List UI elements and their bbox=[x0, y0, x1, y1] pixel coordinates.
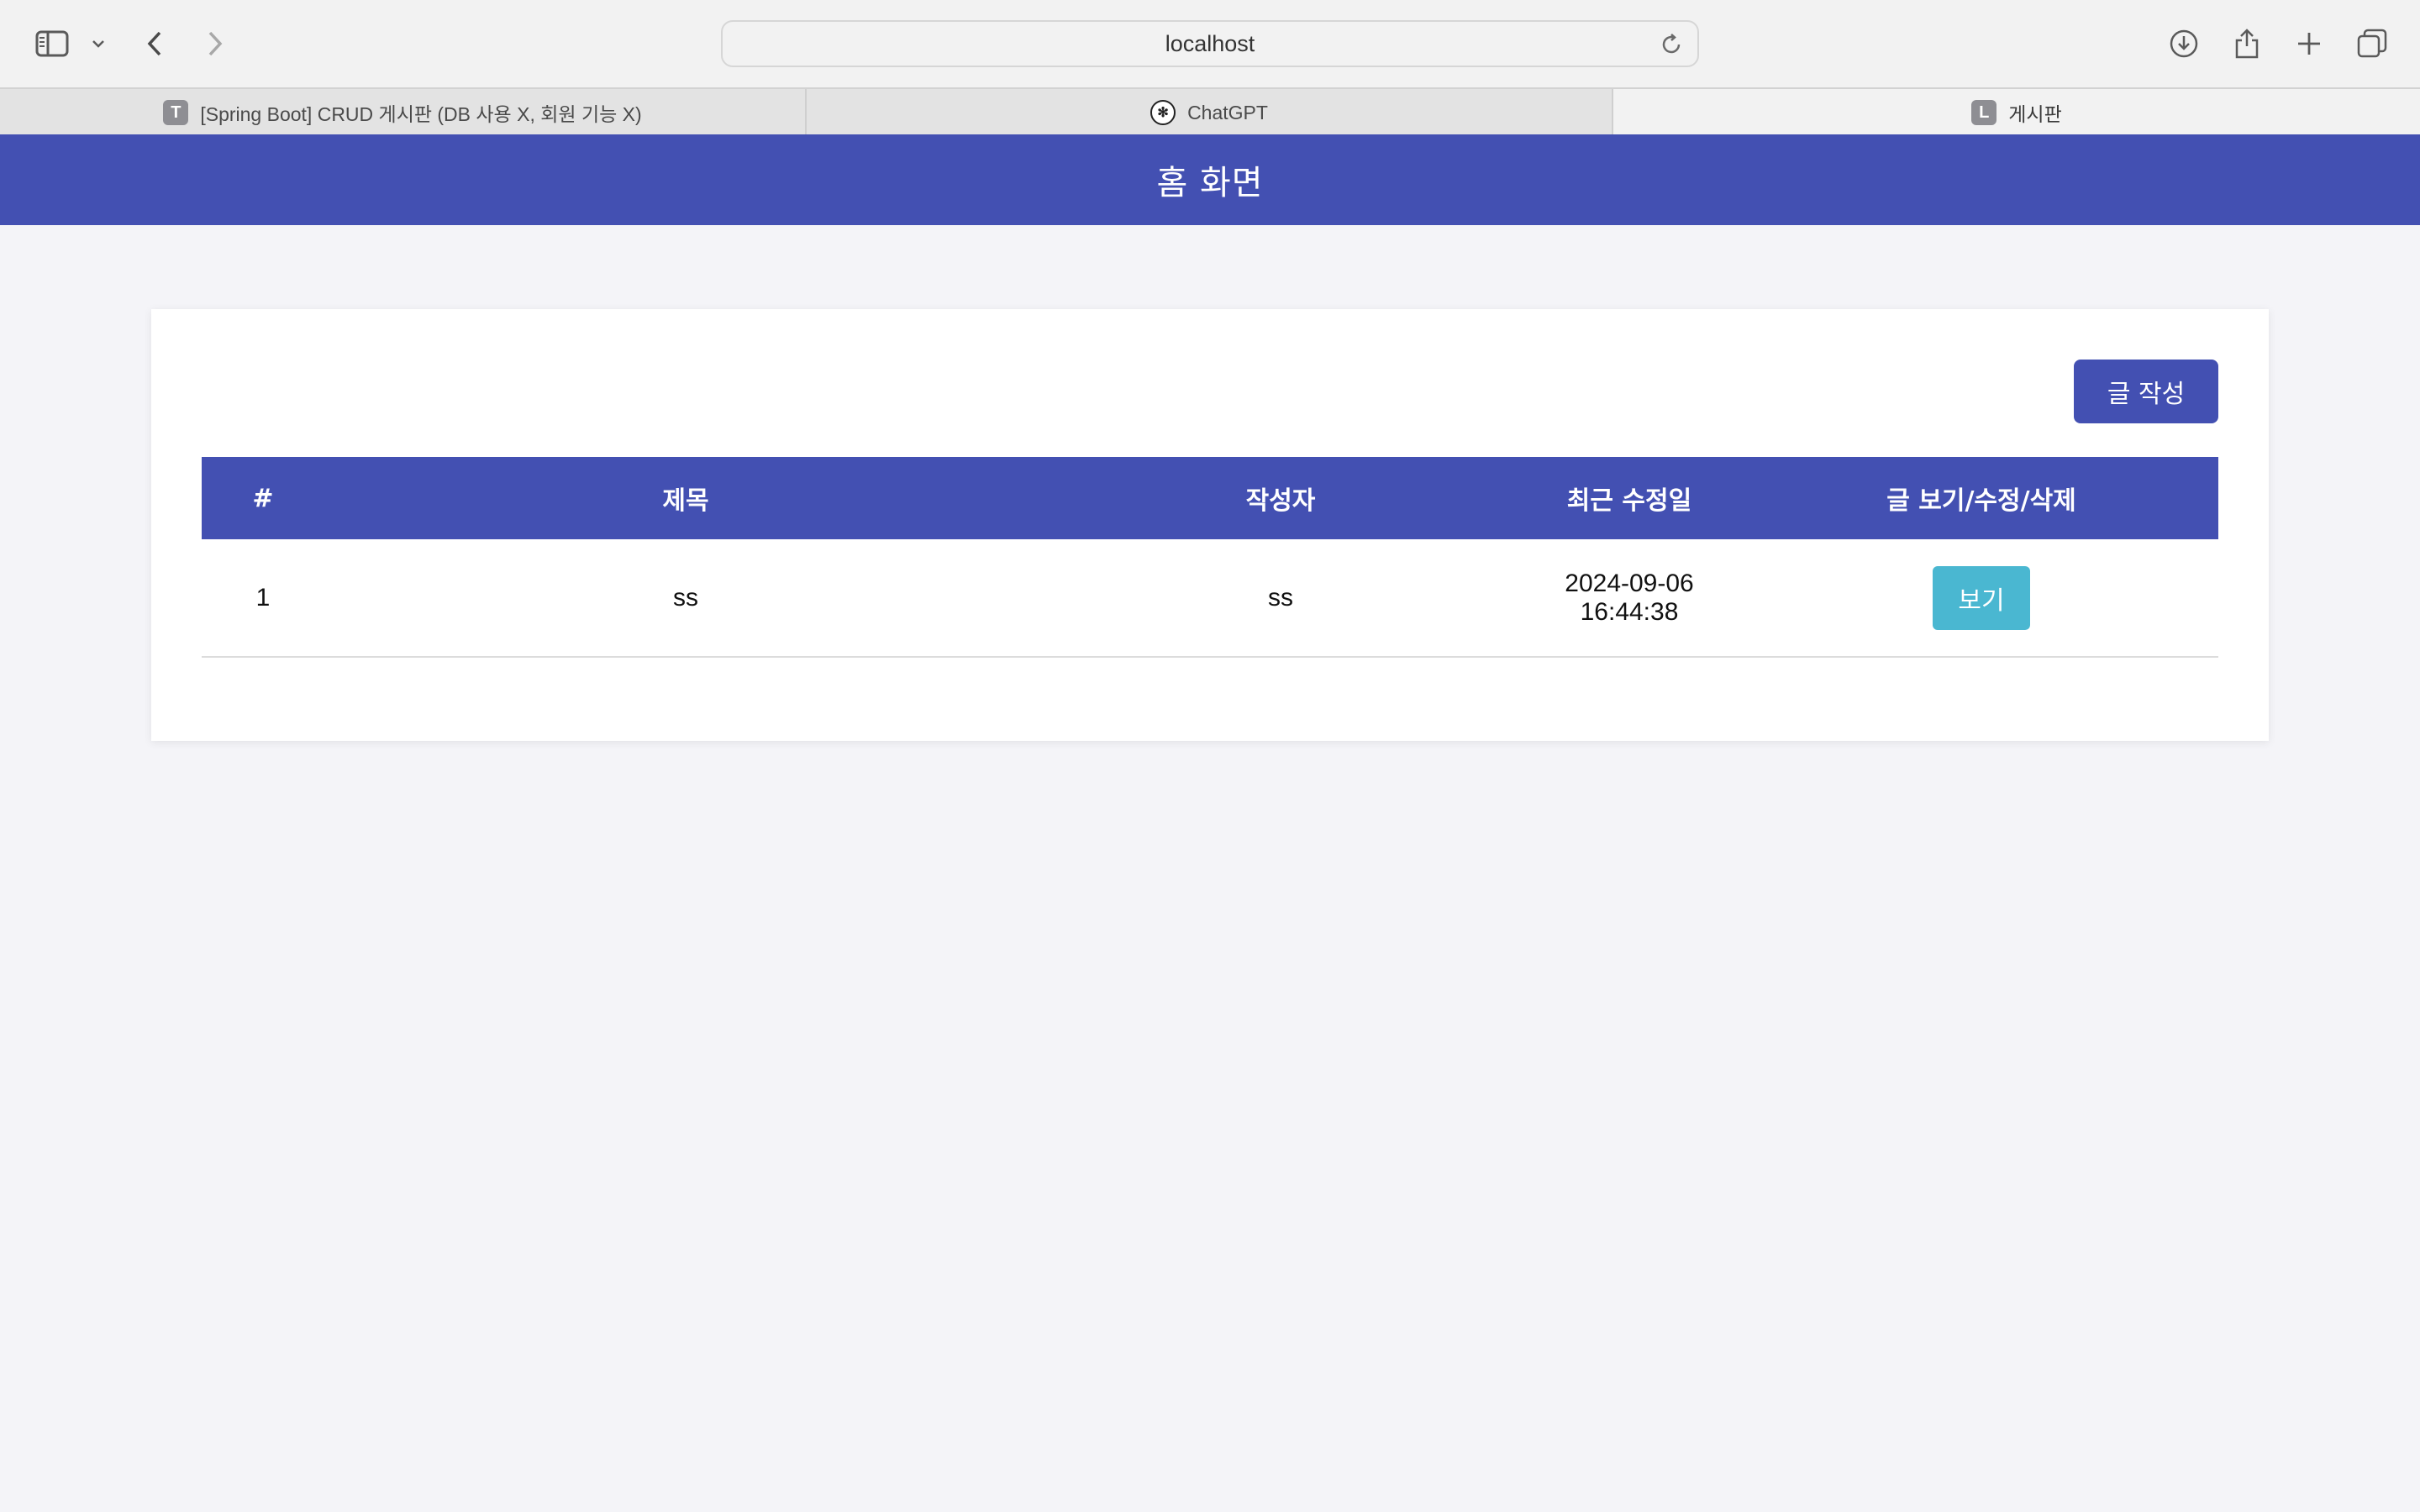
tab-favicon-l-icon: L bbox=[1971, 100, 1997, 125]
sidebar-toggle-icon[interactable] bbox=[32, 18, 72, 69]
header-date: 최근 수정일 bbox=[1566, 486, 1692, 516]
tab-label: [Spring Boot] CRUD 게시판 (DB 사용 X, 회원 기능 X… bbox=[200, 103, 642, 125]
back-icon[interactable] bbox=[139, 18, 170, 69]
row-title: ss bbox=[673, 583, 698, 612]
browser-toolbar: localhost bbox=[0, 0, 2420, 87]
view-post-button[interactable]: 보기 bbox=[1933, 565, 2030, 630]
address-bar[interactable]: localhost bbox=[721, 20, 1699, 67]
header-author: 작성자 bbox=[1245, 486, 1316, 516]
tab-overview-icon[interactable] bbox=[2354, 18, 2390, 69]
table-header-row: # 제목 작성자 최근 수정일 글 보기/수정/삭제 bbox=[202, 457, 2218, 539]
new-tab-icon[interactable] bbox=[2292, 18, 2326, 69]
row-date: 2024-09-06 16:44:38 bbox=[1565, 569, 1694, 626]
tab-bar: T [Spring Boot] CRUD 게시판 (DB 사용 X, 회원 기능… bbox=[0, 87, 2420, 136]
row-number: 1 bbox=[255, 583, 271, 612]
chevron-down-icon[interactable] bbox=[87, 18, 109, 69]
row-author: ss bbox=[1268, 583, 1293, 612]
address-text: localhost bbox=[1165, 30, 1255, 56]
table-row: 1 ss ss 2024-09-06 16:44:38 보기 bbox=[202, 539, 2218, 657]
post-table: # 제목 작성자 최근 수정일 글 보기/수정/삭제 1 ss ss 2024-… bbox=[202, 457, 2218, 658]
forward-icon[interactable] bbox=[200, 18, 230, 69]
share-icon[interactable] bbox=[2230, 18, 2264, 69]
write-post-button[interactable]: 글 작성 bbox=[2074, 360, 2218, 423]
header-title: 제목 bbox=[662, 486, 709, 516]
header-number: # bbox=[252, 483, 274, 513]
page-title: 홈 화면 bbox=[1156, 164, 1264, 202]
tab-chatgpt[interactable]: ✻ ChatGPT bbox=[807, 89, 1613, 136]
chatgpt-icon: ✻ bbox=[1150, 100, 1176, 125]
download-icon[interactable] bbox=[2166, 18, 2202, 69]
tab-label: 게시판 bbox=[2008, 103, 2062, 125]
reload-icon[interactable] bbox=[1659, 32, 1684, 60]
tab-label: ChatGPT bbox=[1187, 101, 1268, 123]
row-actions: 보기 bbox=[1744, 539, 2218, 657]
tab-favicon-t-icon: T bbox=[163, 100, 189, 125]
tab-spring-boot[interactable]: T [Spring Boot] CRUD 게시판 (DB 사용 X, 회원 기능… bbox=[0, 89, 807, 136]
board-card: 글 작성 # 제목 작성자 최근 수정일 글 보기/수정/삭제 1 ss ss … bbox=[151, 309, 2269, 741]
header-actions: 글 보기/수정/삭제 bbox=[1886, 486, 2076, 516]
page-header: 홈 화면 bbox=[0, 134, 2420, 225]
tab-board[interactable]: L 게시판 bbox=[1613, 89, 2420, 136]
